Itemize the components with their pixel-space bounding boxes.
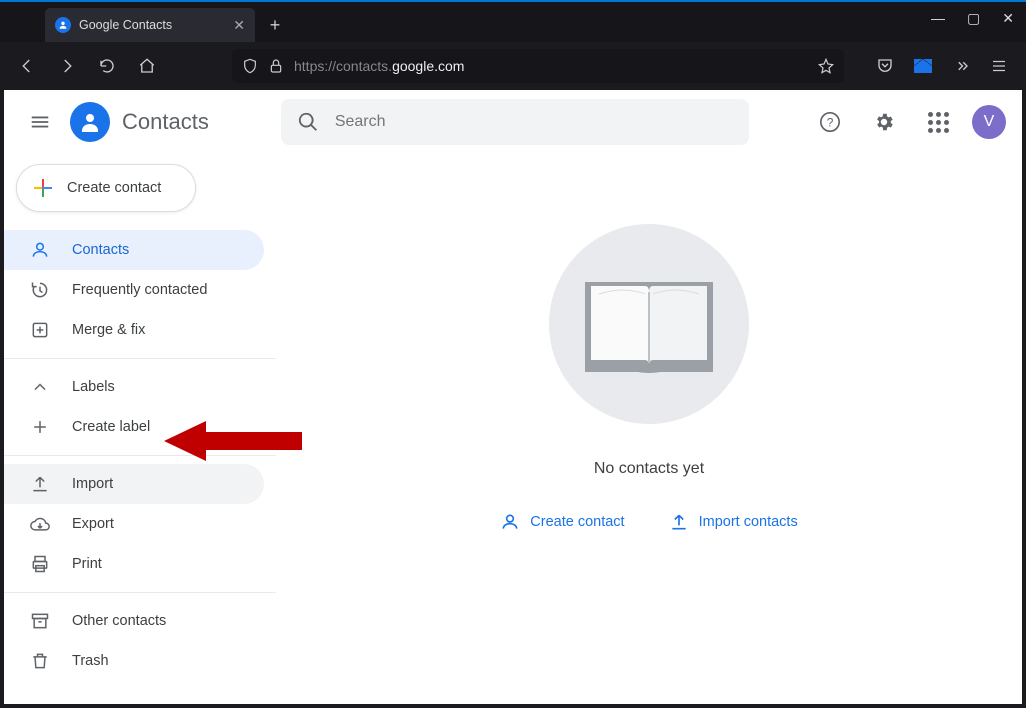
address-bar[interactable]: https://contacts.google.com	[232, 49, 844, 83]
empty-state-message: No contacts yet	[594, 460, 704, 478]
history-icon	[30, 280, 50, 300]
maximize-button[interactable]: ▢	[967, 10, 980, 27]
sidebar-labels-header[interactable]: Labels	[4, 367, 264, 407]
trash-icon	[30, 651, 50, 671]
sidebar-item-trash[interactable]: Trash	[4, 641, 264, 681]
tab-close-icon[interactable]: ✕	[233, 17, 245, 34]
plus-icon	[31, 176, 55, 200]
account-avatar[interactable]: V	[972, 105, 1006, 139]
cloud-download-icon	[30, 514, 50, 534]
main-content: No contacts yet Create contact Import co…	[276, 154, 1022, 704]
divider	[4, 592, 276, 593]
import-contacts-action[interactable]: Import contacts	[669, 512, 798, 532]
app-viewport: Contacts ? V Create contact	[4, 90, 1022, 704]
search-icon	[297, 111, 319, 133]
app-header: Contacts ? V	[4, 90, 1022, 154]
create-contact-action[interactable]: Create contact	[500, 512, 624, 532]
book-icon	[569, 264, 729, 384]
bookmark-star-icon[interactable]	[818, 58, 834, 74]
tab-title: Google Contacts	[79, 18, 172, 32]
tab-favicon-icon	[55, 17, 71, 33]
upload-icon	[669, 512, 689, 532]
empty-illustration	[549, 224, 749, 424]
close-window-button[interactable]: ✕	[1002, 10, 1014, 27]
mail-icon[interactable]	[908, 51, 938, 81]
sidebar-item-frequent[interactable]: Frequently contacted	[4, 270, 264, 310]
shield-icon	[242, 58, 258, 74]
sidebar-item-print[interactable]: Print	[4, 544, 264, 584]
main-menu-button[interactable]	[20, 102, 60, 142]
search-bar[interactable]	[281, 99, 749, 145]
sidebar-create-label[interactable]: Create label	[4, 407, 264, 447]
url-text: https://contacts.google.com	[294, 58, 808, 74]
person-icon	[30, 240, 50, 260]
reload-button[interactable]	[92, 51, 122, 81]
browser-tabbar: Google Contacts ✕ +	[0, 0, 1026, 42]
forward-button[interactable]	[52, 51, 82, 81]
sidebar-item-other[interactable]: Other contacts	[4, 601, 264, 641]
merge-icon	[30, 320, 50, 340]
create-contact-label: Create contact	[67, 180, 161, 196]
home-button[interactable]	[132, 51, 162, 81]
search-input[interactable]	[335, 113, 733, 131]
empty-actions: Create contact Import contacts	[500, 512, 797, 532]
browser-toolbar: https://contacts.google.com	[0, 42, 1026, 90]
chevron-up-icon	[30, 377, 50, 397]
sidebar-item-export[interactable]: Export	[4, 504, 264, 544]
sidebar-item-import[interactable]: Import	[4, 464, 264, 504]
menu-icon[interactable]	[984, 51, 1014, 81]
print-icon	[30, 554, 50, 574]
create-contact-button[interactable]: Create contact	[16, 164, 196, 212]
sidebar: Create contact Contacts Frequently conta…	[4, 154, 276, 704]
person-icon	[500, 512, 520, 532]
settings-button[interactable]	[864, 102, 904, 142]
new-tab-button[interactable]: +	[261, 11, 289, 39]
sidebar-item-contacts[interactable]: Contacts	[4, 230, 264, 270]
divider	[4, 358, 276, 359]
lock-icon	[268, 58, 284, 74]
pocket-icon[interactable]	[870, 51, 900, 81]
divider	[4, 455, 276, 456]
overflow-icon[interactable]	[946, 51, 976, 81]
minimize-button[interactable]: —	[931, 10, 945, 27]
app-title: Contacts	[122, 109, 209, 135]
browser-tab[interactable]: Google Contacts ✕	[45, 8, 255, 42]
plus-small-icon	[30, 417, 50, 437]
sidebar-item-merge[interactable]: Merge & fix	[4, 310, 264, 350]
google-apps-button[interactable]	[918, 102, 958, 142]
help-button[interactable]: ?	[810, 102, 850, 142]
upload-icon	[30, 474, 50, 494]
window-controls: — ▢ ✕	[931, 10, 1014, 27]
contacts-logo-icon	[70, 102, 110, 142]
svg-text:?: ?	[827, 116, 834, 130]
back-button[interactable]	[12, 51, 42, 81]
archive-icon	[30, 611, 50, 631]
